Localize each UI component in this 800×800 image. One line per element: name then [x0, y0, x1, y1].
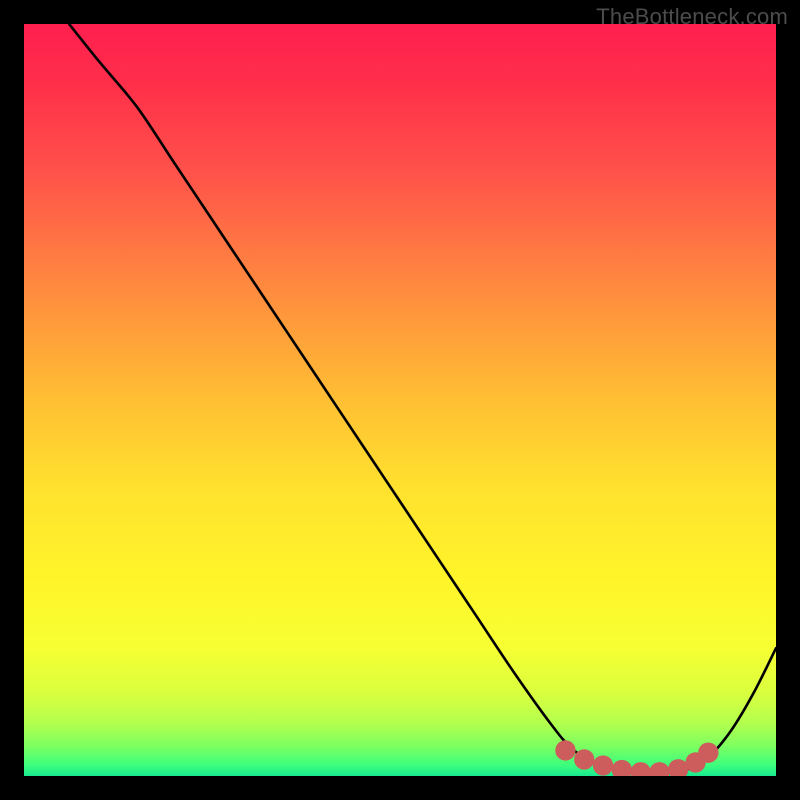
watermark-label: TheBottleneck.com [596, 4, 788, 30]
chart-stage: TheBottleneck.com [0, 0, 800, 800]
optimal-dot [574, 749, 594, 769]
optimal-dot [593, 755, 613, 775]
bottleneck-chart [24, 24, 776, 776]
optimal-dot [698, 743, 718, 763]
gradient-plot-area [24, 24, 776, 776]
optimal-dot [555, 740, 575, 760]
